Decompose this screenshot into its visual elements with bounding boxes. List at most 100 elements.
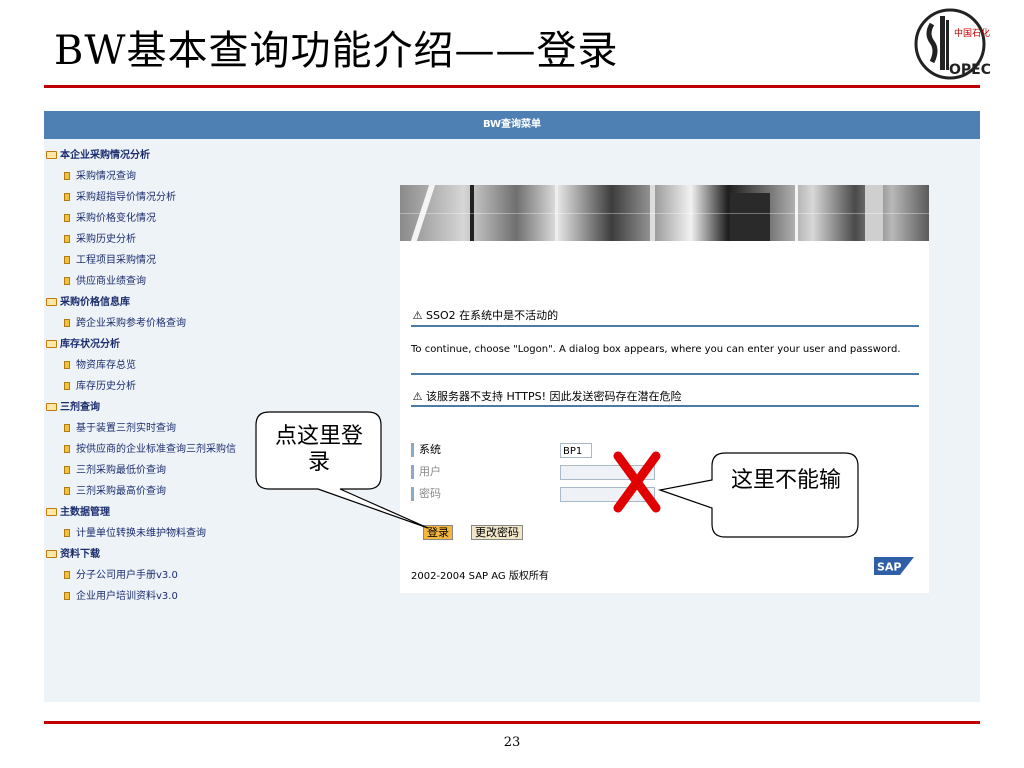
menu-item-label: 采购历史分析 <box>76 234 136 245</box>
document-icon <box>64 529 70 537</box>
document-icon <box>64 361 70 369</box>
folder-label: 库存状况分析 <box>60 339 120 350</box>
folder-item[interactable]: 本企业采购情况分析 <box>44 145 304 166</box>
document-icon <box>64 193 70 201</box>
menu-item-label: 基于装置三剂实时查询 <box>76 423 176 434</box>
menu-item-label: 库存历史分析 <box>76 381 136 392</box>
folder-label: 本企业采购情况分析 <box>60 150 150 161</box>
https-warning-text: 该服务器不支持 HTTPS! 因此发送密码存在潜在危险 <box>426 390 682 403</box>
sso-warning: ⚠ SSO2 在系统中是不活动的 <box>411 307 915 323</box>
login-hint-text: 点这里登录 <box>274 424 363 475</box>
copyright-text: 2002-2004 SAP AG 版权所有 <box>411 571 549 582</box>
folder-icon <box>46 151 57 159</box>
document-icon <box>64 277 70 285</box>
document-icon <box>64 382 70 390</box>
menu-item[interactable]: 分子公司用户手册v3.0 <box>44 565 304 586</box>
logon-info-text: To continue, choose "Logon". A dialog bo… <box>411 344 901 355</box>
password-label: 密码 <box>411 487 441 501</box>
menu-item[interactable]: 三剂采购最低价查询 <box>44 460 304 481</box>
menu-item-label: 供应商业绩查询 <box>76 276 146 287</box>
menu-item-label: 三剂采购最低价查询 <box>76 465 166 476</box>
warning-icon: ⚠ <box>412 390 423 403</box>
menu-item-label: 物资库存总览 <box>76 360 136 371</box>
folder-icon <box>46 508 57 516</box>
menu-item-label: 跨企业采购参考价格查询 <box>76 318 186 329</box>
system-label: 系统 <box>411 443 441 457</box>
user-label: 用户 <box>411 465 441 479</box>
document-icon <box>64 256 70 264</box>
divider <box>411 405 919 407</box>
folder-item[interactable]: 三剂查询 <box>44 397 304 418</box>
menu-item[interactable]: 采购情况查询 <box>44 166 304 187</box>
folder-label: 资料下载 <box>60 549 100 560</box>
menu-item[interactable]: 基于装置三剂实时查询 <box>44 418 304 439</box>
folder-item[interactable]: 主数据管理 <box>44 502 304 523</box>
no-input-hint-text: 这里不能输 <box>730 468 841 493</box>
document-icon <box>64 592 70 600</box>
menu-item-label: 三剂采购最高价查询 <box>76 486 166 497</box>
document-icon <box>64 571 70 579</box>
menu-item-label: 采购情况查询 <box>76 171 136 182</box>
folder-label: 主数据管理 <box>60 507 110 518</box>
menu-tree: 本企业采购情况分析 采购情况查询 采购超指导价情况分析 采购价格变化情况 采购历… <box>44 145 304 607</box>
system-field[interactable]: BP1 <box>560 443 592 458</box>
menu-item[interactable]: 供应商业绩查询 <box>44 271 304 292</box>
menu-item[interactable]: 按供应商的企业标准查询三剂采购信 <box>44 439 304 460</box>
folder-icon <box>46 340 57 348</box>
svg-text:OPEC: OPEC <box>949 62 990 78</box>
document-icon <box>64 235 70 243</box>
folder-label: 采购价格信息库 <box>60 297 130 308</box>
page-number: 23 <box>503 735 521 750</box>
svg-text:SAP: SAP <box>877 561 902 574</box>
slide-title: BW基本查询功能介绍——登录 <box>54 28 619 74</box>
divider <box>411 325 919 327</box>
document-icon <box>64 319 70 327</box>
banner-image <box>400 185 929 241</box>
warning-icon: ⚠ <box>412 309 423 322</box>
menu-item[interactable]: 计量单位转换未维护物料查询 <box>44 523 304 544</box>
folder-icon <box>46 550 57 558</box>
folder-label: 三剂查询 <box>60 402 100 413</box>
menu-item[interactable]: 物资库存总览 <box>44 355 304 376</box>
password-field[interactable] <box>560 487 655 502</box>
menu-item-label: 计量单位转换未维护物料查询 <box>76 528 206 539</box>
divider <box>411 373 919 375</box>
svg-text:中国石化: 中国石化 <box>954 27 990 39</box>
user-field[interactable] <box>560 465 655 480</box>
document-icon <box>64 466 70 474</box>
menu-item[interactable]: 采购超指导价情况分析 <box>44 187 304 208</box>
title-rule <box>44 85 980 88</box>
logon-button[interactable]: 登录 <box>423 525 453 540</box>
document-icon <box>64 487 70 495</box>
menu-item-label: 工程项目采购情况 <box>76 255 156 266</box>
folder-icon <box>46 298 57 306</box>
menu-item[interactable]: 跨企业采购参考价格查询 <box>44 313 304 334</box>
menu-item-label: 分子公司用户手册v3.0 <box>76 570 178 581</box>
menu-item[interactable]: 工程项目采购情况 <box>44 250 304 271</box>
menu-item-label: 企业用户培训资料v3.0 <box>76 591 178 602</box>
document-icon <box>64 214 70 222</box>
document-icon <box>64 172 70 180</box>
folder-item[interactable]: 库存状况分析 <box>44 334 304 355</box>
menu-item-label: 采购超指导价情况分析 <box>76 192 176 203</box>
login-panel: ⚠ SSO2 在系统中是不活动的 To continue, choose "Log… <box>400 185 929 593</box>
menu-header: BW查询菜单 <box>44 111 980 139</box>
menu-item[interactable]: 企业用户培训资料v3.0 <box>44 586 304 607</box>
folder-item[interactable]: 资料下载 <box>44 544 304 565</box>
document-icon <box>64 445 70 453</box>
menu-item[interactable]: 三剂采购最高价查询 <box>44 481 304 502</box>
document-icon <box>64 424 70 432</box>
menu-item[interactable]: 采购历史分析 <box>44 229 304 250</box>
menu-item[interactable]: 采购价格变化情况 <box>44 208 304 229</box>
folder-icon <box>46 403 57 411</box>
menu-item[interactable]: 库存历史分析 <box>44 376 304 397</box>
sso-warning-text: SSO2 在系统中是不活动的 <box>426 309 559 322</box>
sap-logo: SAP <box>874 557 914 575</box>
menu-item-label: 采购价格变化情况 <box>76 213 156 224</box>
sinopec-logo: 中国石化 OPEC <box>910 6 991 82</box>
footer-rule <box>44 721 980 724</box>
change-password-button[interactable]: 更改密码 <box>471 525 523 540</box>
folder-item[interactable]: 采购价格信息库 <box>44 292 304 313</box>
https-warning: ⚠ 该服务器不支持 HTTPS! 因此发送密码存在潜在危险 <box>411 388 915 404</box>
bw-portal-frame: BW查询菜单 本企业采购情况分析 采购情况查询 采购超指导价情况分析 采购价格变… <box>44 111 980 702</box>
